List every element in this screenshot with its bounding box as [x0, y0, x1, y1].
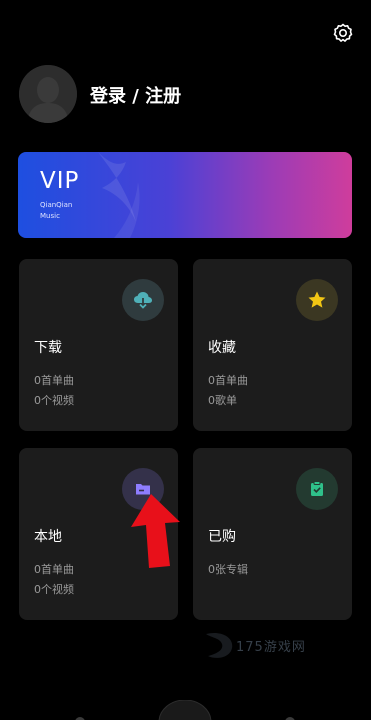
tile-stat: 0张专辑: [208, 563, 248, 576]
tile-download[interactable]: 下载 0首单曲 0个视频: [19, 259, 178, 431]
settings-button[interactable]: [332, 22, 354, 44]
tile-stat: 0歌单: [208, 394, 237, 407]
vip-banner[interactable]: VIP QianQian Music: [18, 152, 352, 238]
purchased-icon-badge: [296, 468, 338, 510]
watermark-text: 175游戏网: [236, 640, 306, 655]
tile-stat: 0首单曲: [208, 374, 248, 387]
tile-stat: 0个视频: [34, 394, 74, 407]
tile-favorites[interactable]: 收藏 0首单曲 0歌单: [193, 259, 352, 431]
star-icon: [308, 291, 326, 308]
vip-title: VIP: [40, 168, 80, 194]
bottom-nav-partial: [75, 700, 295, 720]
vip-subtitle-line2: Music: [40, 212, 60, 220]
user-silhouette-icon: [19, 65, 77, 123]
tile-stat: 0个视频: [34, 583, 74, 596]
tile-stat: 0首单曲: [34, 374, 74, 387]
tile-stat: 0首单曲: [34, 563, 74, 576]
tile-purchased[interactable]: 已购 0张专辑: [193, 448, 352, 620]
vip-subtitle-line1: QianQian: [40, 201, 73, 209]
avatar[interactable]: [19, 65, 77, 123]
tile-title: 本地: [34, 529, 62, 545]
bag-check-icon: [311, 481, 323, 496]
download-icon-badge: [122, 279, 164, 321]
tile-title: 下载: [34, 340, 62, 356]
vip-subtitle: QianQian Music: [40, 200, 72, 222]
gear-icon: [333, 23, 353, 42]
tile-title: 收藏: [208, 340, 236, 356]
cloud-download-icon: [134, 292, 152, 309]
tile-title: 已购: [208, 529, 236, 545]
login-register-link[interactable]: 登录 / 注册: [90, 82, 181, 108]
vip-swoosh-decoration: [98, 152, 140, 238]
favorites-icon-badge: [296, 279, 338, 321]
red-arrow-annotation: [131, 494, 180, 568]
